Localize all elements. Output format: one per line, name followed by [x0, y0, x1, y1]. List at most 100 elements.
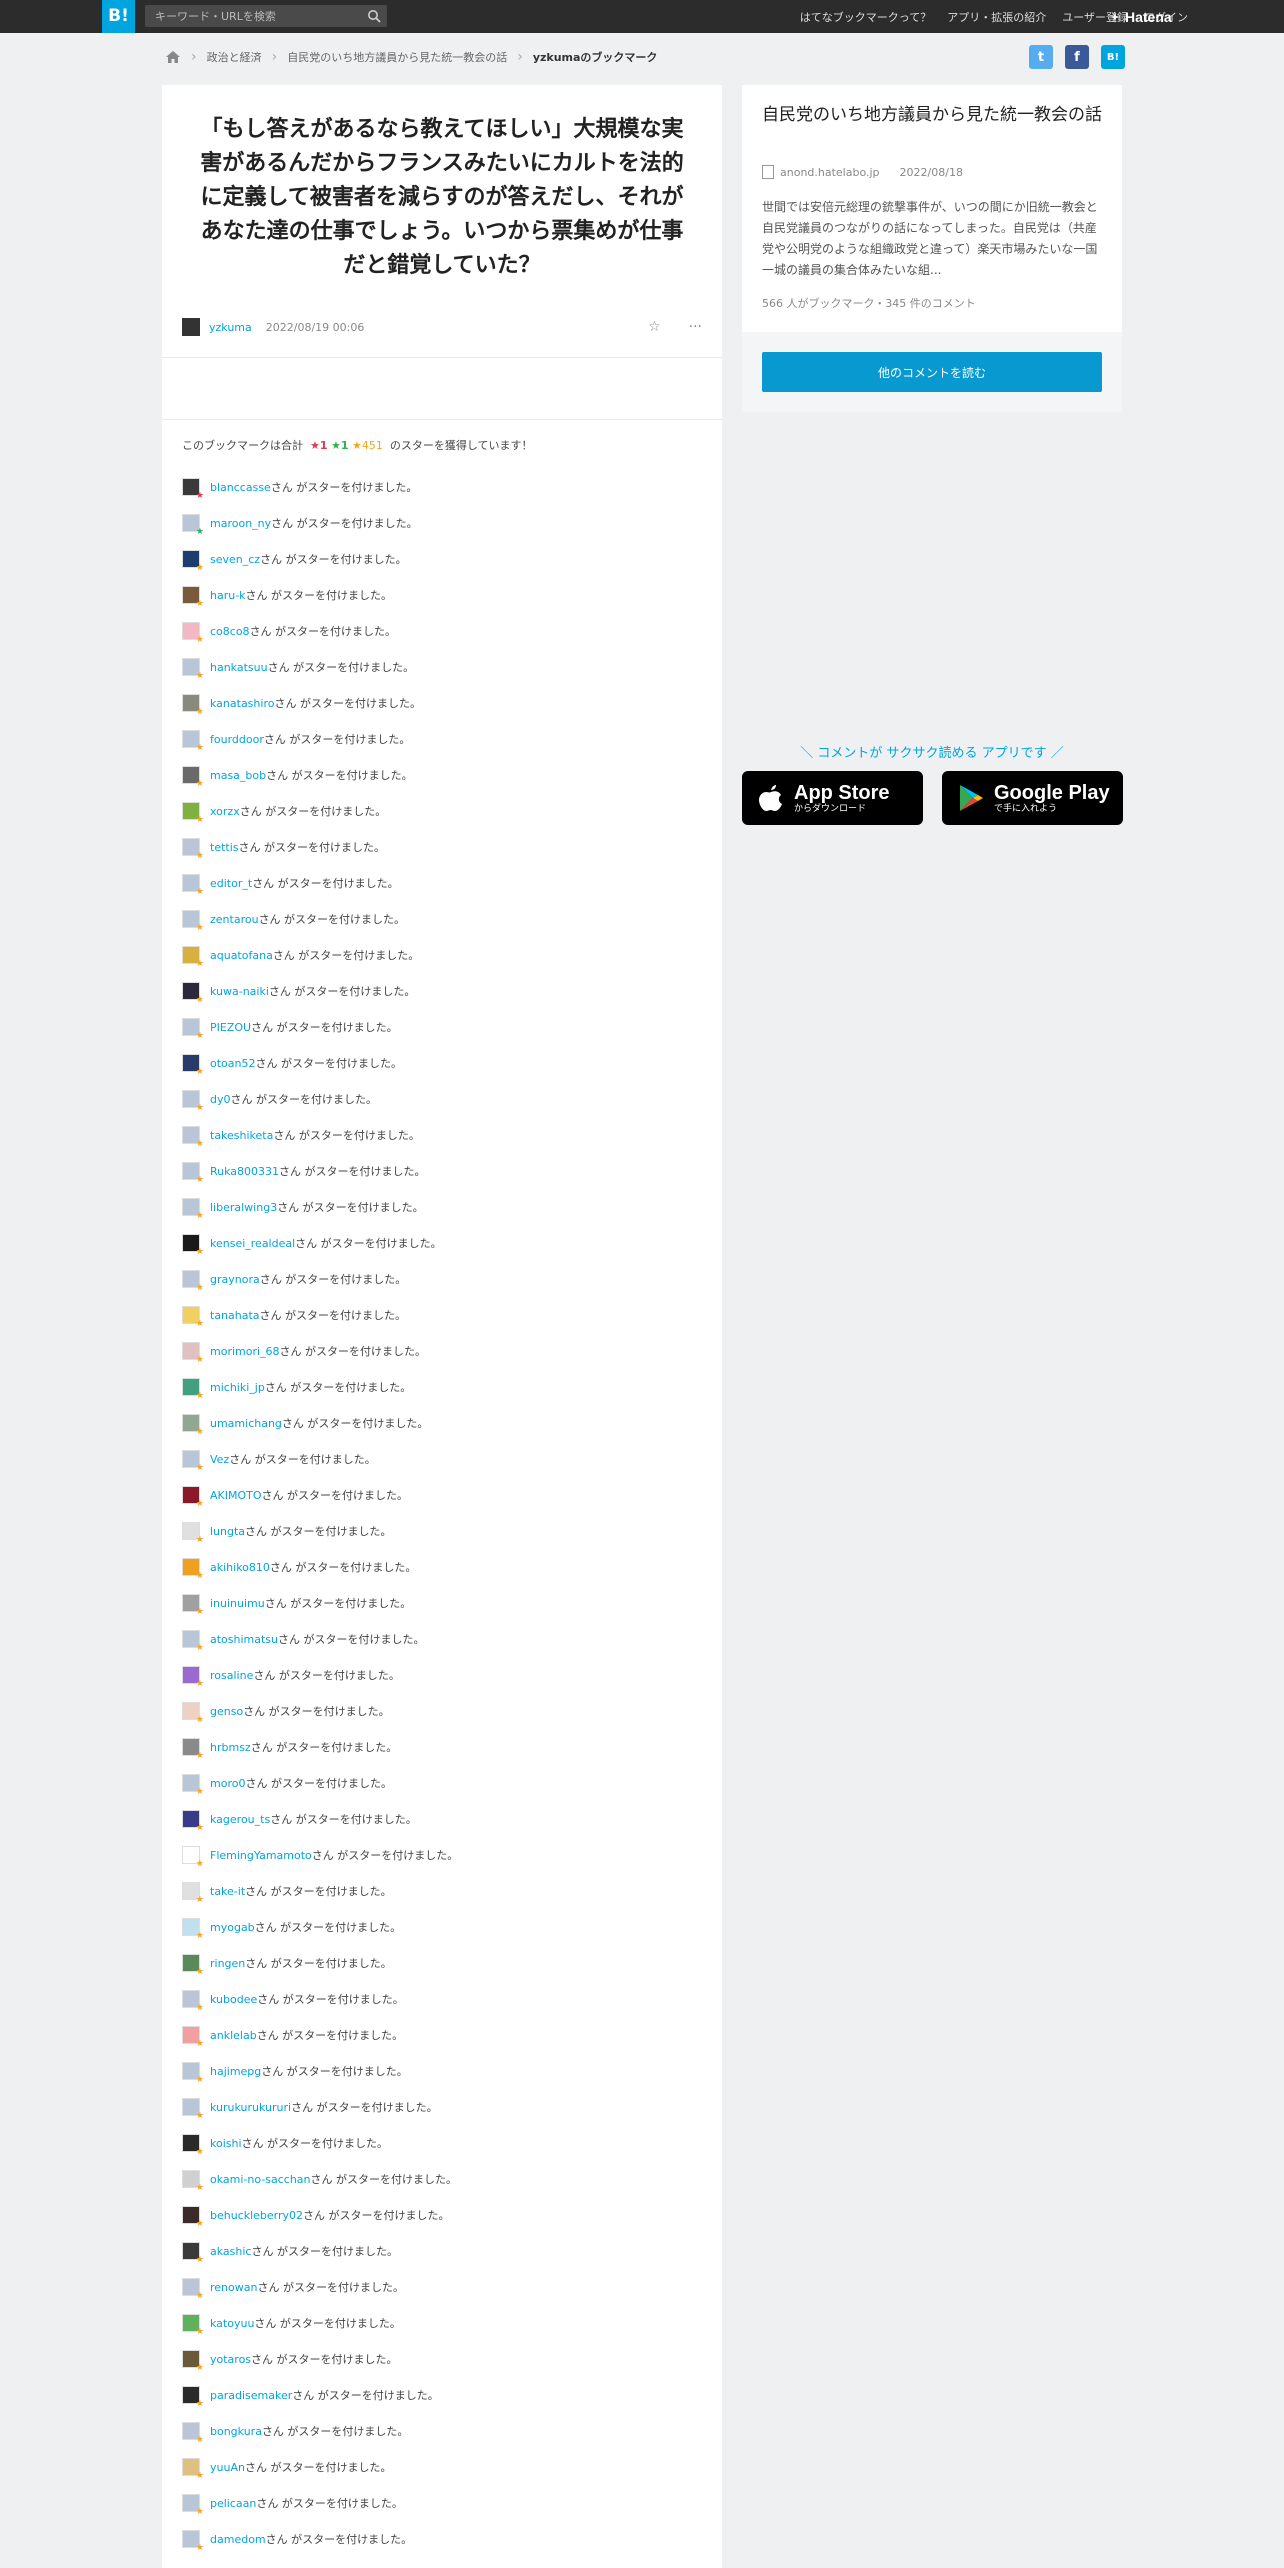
avatar[interactable]: ★ — [182, 1342, 204, 1365]
star-user-name[interactable]: AKIMOTO — [210, 1489, 262, 1502]
avatar[interactable]: ★ — [182, 2314, 204, 2337]
nav-apps[interactable]: アプリ・拡張の紹介 — [947, 9, 1046, 25]
star-user-name[interactable]: graynora — [210, 1273, 260, 1286]
avatar[interactable]: ★ — [182, 1522, 204, 1545]
avatar[interactable]: ★ — [182, 1810, 204, 1833]
avatar[interactable]: ★ — [182, 2530, 204, 2553]
star-user-name[interactable]: masa_bob — [210, 769, 266, 782]
add-star-icon[interactable]: ☆ — [648, 319, 661, 335]
avatar[interactable]: ★ — [182, 838, 204, 861]
google-play-button[interactable]: Google Play で手に入れよう — [942, 771, 1123, 825]
star-user-name[interactable]: seven_cz — [210, 553, 260, 566]
search-input[interactable] — [145, 5, 355, 28]
star-user-name[interactable]: anklelab — [210, 2029, 257, 2042]
star-user-name[interactable]: tettis — [210, 841, 239, 854]
star-user-name[interactable]: kanatashiro — [210, 697, 274, 710]
avatar[interactable]: ★ — [182, 1126, 204, 1149]
star-user-name[interactable]: xorzx — [210, 805, 240, 818]
star-user-name[interactable]: zentarou — [210, 913, 259, 926]
avatar[interactable]: ★ — [182, 1882, 204, 1905]
star-user-name[interactable]: morimori_68 — [210, 1345, 280, 1358]
avatar[interactable]: ★ — [182, 2062, 204, 2085]
avatar[interactable]: ★ — [182, 1702, 204, 1725]
avatar[interactable]: ★ — [182, 2422, 204, 2445]
star-user-name[interactable]: paradisemaker — [210, 2389, 292, 2402]
avatar[interactable]: ★ — [182, 1378, 204, 1401]
star-user-name[interactable]: kubodee — [210, 1993, 257, 2006]
star-user-name[interactable]: hankatsuu — [210, 661, 268, 674]
avatar[interactable]: ★ — [182, 2098, 204, 2121]
star-user-name[interactable]: blanccasse — [210, 481, 271, 494]
avatar[interactable]: ★ — [182, 622, 204, 645]
avatar[interactable]: ★ — [182, 1162, 204, 1185]
avatar[interactable]: ★ — [182, 1270, 204, 1293]
avatar[interactable]: ★ — [182, 550, 204, 573]
star-user-name[interactable]: lungta — [210, 1525, 245, 1538]
star-user-name[interactable]: takeshiketa — [210, 1129, 273, 1142]
facebook-share-icon[interactable]: f — [1065, 45, 1089, 69]
avatar[interactable]: ★ — [182, 1990, 204, 2013]
star-user-name[interactable]: myogab — [210, 1921, 255, 1934]
avatar[interactable]: ★ — [182, 910, 204, 933]
avatar[interactable]: ★ — [182, 2350, 204, 2373]
star-user-name[interactable]: haru-k — [210, 589, 246, 602]
entry-domain[interactable]: anond.hatelabo.jp — [780, 166, 880, 179]
avatar[interactable]: ★ — [182, 2278, 204, 2301]
avatar[interactable]: ★ — [182, 2242, 204, 2265]
star-user-name[interactable]: moro0 — [210, 1777, 245, 1790]
star-user-name[interactable]: hajimepg — [210, 2065, 261, 2078]
star-user-name[interactable]: yuuAn — [210, 2461, 245, 2474]
avatar[interactable]: ★ — [182, 730, 204, 753]
avatar[interactable]: ★ — [182, 1414, 204, 1437]
star-user-name[interactable]: tanahata — [210, 1309, 260, 1322]
hatena-bookmark-logo[interactable]: B! — [102, 0, 135, 33]
star-user-name[interactable]: rosaline — [210, 1669, 253, 1682]
avatar[interactable]: ★ — [182, 1198, 204, 1221]
breadcrumb-entry[interactable]: 自民党のいち地方議員から見た統一教会の話 — [287, 49, 507, 65]
avatar[interactable]: ★ — [182, 766, 204, 789]
avatar[interactable]: ★ — [182, 1306, 204, 1329]
star-user-name[interactable]: genso — [210, 1705, 243, 1718]
avatar[interactable]: ★ — [182, 586, 204, 609]
avatar[interactable]: ★ — [182, 2458, 204, 2481]
avatar[interactable]: ★ — [182, 1234, 204, 1257]
avatar[interactable]: ★ — [182, 1738, 204, 1761]
star-user-name[interactable]: editor_t — [210, 877, 252, 890]
home-icon[interactable] — [165, 50, 181, 64]
star-user-name[interactable]: kurukurukururi — [210, 2101, 291, 2114]
star-user-name[interactable]: liberalwing3 — [210, 1201, 277, 1214]
search-icon[interactable] — [367, 9, 381, 23]
avatar[interactable]: ★ — [182, 514, 204, 537]
star-user-name[interactable]: otoan52 — [210, 1057, 255, 1070]
avatar[interactable]: ★ — [182, 1486, 204, 1509]
star-user-name[interactable]: katoyuu — [210, 2317, 254, 2330]
star-user-name[interactable]: kagerou_ts — [210, 1813, 270, 1826]
star-user-name[interactable]: yotaros — [210, 2353, 251, 2366]
avatar[interactable]: ★ — [182, 1558, 204, 1581]
star-user-name[interactable]: behuckleberry02 — [210, 2209, 303, 2222]
star-user-name[interactable]: dy0 — [210, 1093, 231, 1106]
avatar[interactable]: ★ — [182, 2494, 204, 2517]
read-more-comments-button[interactable]: 他のコメントを読む — [762, 352, 1102, 392]
star-user-name[interactable]: akihiko810 — [210, 1561, 270, 1574]
avatar[interactable]: ★ — [182, 1918, 204, 1941]
star-user-name[interactable]: umamichang — [210, 1417, 282, 1430]
star-user-name[interactable]: renowan — [210, 2281, 257, 2294]
star-user-name[interactable]: aquatofana — [210, 949, 273, 962]
star-user-name[interactable]: PIEZOU — [210, 1021, 251, 1034]
star-user-name[interactable]: kuwa-naiki — [210, 985, 269, 998]
star-user-name[interactable]: co8co8 — [210, 625, 250, 638]
star-user-name[interactable]: akashic — [210, 2245, 251, 2258]
nav-about[interactable]: はてなブックマークって？ — [800, 9, 931, 25]
avatar[interactable]: ★ — [182, 658, 204, 681]
breadcrumb-category[interactable]: 政治と経済 — [207, 49, 262, 65]
star-user-name[interactable]: bongkura — [210, 2425, 262, 2438]
star-user-name[interactable]: FlemingYamamoto — [210, 1849, 312, 1862]
avatar[interactable]: ★ — [182, 1630, 204, 1653]
star-user-name[interactable]: Vez — [210, 1453, 229, 1466]
star-user-name[interactable]: inuinuimu — [210, 1597, 265, 1610]
star-user-name[interactable]: damedom — [210, 2533, 266, 2546]
star-user-name[interactable]: pelicaan — [210, 2497, 256, 2510]
avatar[interactable]: ★ — [182, 946, 204, 969]
avatar[interactable]: ★ — [182, 1666, 204, 1689]
